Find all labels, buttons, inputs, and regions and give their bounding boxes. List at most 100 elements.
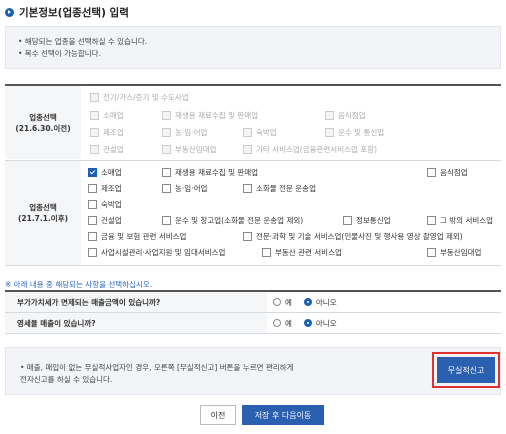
checkbox-label: 운수 및 창고업(소화물 전문 운송업 제외) [175, 216, 304, 225]
radio-no[interactable]: 아니오 [303, 318, 337, 329]
industry-checkbox-recycling[interactable]: 재생용 재료수집 및 판매업 [162, 167, 258, 178]
industry-checkbox-manufacturing[interactable]: 제조업 [88, 183, 122, 194]
save-next-button[interactable]: 저장 후 다음이동 [242, 405, 324, 425]
industry-checkbox-ict[interactable]: 정보통신업 [343, 215, 391, 226]
checkbox-label: 사업시설관리·사업지원 및 임대서비스업 [101, 248, 226, 257]
question-row: 영세율 매출이 있습니까? 예 아니오 [5, 313, 501, 333]
checkbox-box[interactable] [262, 248, 271, 257]
industry-checkbox-lodging[interactable]: 숙박업 [88, 199, 122, 210]
checkbox-box [90, 93, 99, 102]
checkbox-box [90, 128, 99, 137]
checkbox-label: 음식점업 [440, 168, 468, 177]
industry-checkbox-parcel[interactable]: 소화물 전문 운송업 [243, 183, 316, 194]
checkbox-box[interactable] [243, 184, 252, 193]
checkbox-box[interactable] [427, 248, 436, 257]
no-activity-text: • 매출, 매입이 없는 무실적사업자인 경우, 오른쪽 [무실적신고] 버튼을… [20, 362, 293, 386]
prev-button[interactable]: 이전 [200, 405, 236, 425]
industry-checkbox-other-services[interactable]: 그 밖의 서비스업 [427, 215, 493, 226]
instruction-hint: ※ 아래 내용 중 해당되는 사항을 선택하십시오. [5, 280, 153, 289]
old-item-checkbox: 음식점업 [325, 110, 366, 121]
checkbox-box[interactable] [88, 216, 97, 225]
checkbox-box [243, 128, 252, 137]
checkbox-box[interactable] [162, 216, 171, 225]
checkbox-box[interactable] [88, 248, 97, 257]
checkbox-label: 제조업 [101, 184, 122, 193]
old-item-checkbox: 건설업 [90, 144, 124, 155]
radio-circle[interactable] [303, 319, 312, 327]
question-text: 영세율 매출이 있습니까? [17, 319, 96, 328]
radio-yes[interactable]: 예 [273, 297, 292, 308]
checkbox-box[interactable] [88, 168, 97, 177]
checkbox-label: 음식점업 [338, 111, 366, 120]
checkbox-box [90, 111, 99, 120]
old-item-checkbox: 농·임·어업 [162, 127, 207, 138]
industry-checkbox-restaurant[interactable]: 음식점업 [427, 167, 468, 178]
checkbox-label: 부동산임대업 [440, 248, 482, 257]
checkbox-box[interactable] [427, 216, 436, 225]
notice-box: • 해당되는 업종을 선택하실 수 있습니다. • 복수 선택이 가능합니다. [5, 26, 501, 69]
new-section-label: 업종선택 (21.7.1.이후) [5, 161, 81, 265]
industry-checkbox-realestate-services[interactable]: 부동산 관련 서비스업 [262, 247, 342, 258]
checkbox-label: 전문·과학 및 기술 서비스업(인물사진 및 행사용 영상 촬영업 제외) [256, 232, 463, 241]
answer-cell: 예 아니오 [267, 313, 501, 333]
checkbox-label: 숙박업 [101, 200, 122, 209]
industry-checkbox-realestate-rental[interactable]: 부동산임대업 [427, 247, 481, 258]
notice-line: 전자신고를 하실 수 있습니다. [20, 375, 113, 384]
checkbox-box [162, 128, 171, 137]
radio-yes[interactable]: 예 [273, 318, 292, 329]
checkbox-box[interactable] [162, 184, 171, 193]
checkbox-label: 소매업 [103, 111, 124, 120]
checkbox-box[interactable] [88, 232, 97, 241]
old-item-checkbox: 운수 및 통신업 [325, 127, 384, 138]
checkbox-label: 제조업 [103, 128, 124, 137]
industry-checkbox-agriculture[interactable]: 농·임·어업 [162, 183, 207, 194]
checkbox-label: 운수 및 통신업 [338, 128, 385, 137]
checkbox-box[interactable] [427, 168, 436, 177]
checkbox-box [90, 145, 99, 154]
notice-line: • 해당되는 업종을 선택하실 수 있습니다. [18, 37, 148, 46]
industry-checkbox-transport[interactable]: 운수 및 창고업(소화물 전문 운송업 제외) [162, 215, 303, 226]
checkbox-label: 건설업 [101, 216, 122, 225]
radio-circle[interactable] [273, 298, 281, 306]
checkbox-label: 전기/가스/증기 및 수도사업 [103, 93, 189, 102]
radio-circle[interactable] [273, 319, 281, 327]
checkbox-box [243, 145, 252, 154]
radio-label: 아니오 [315, 318, 337, 328]
checkbox-label: 재생용 재료수집 및 판매업 [175, 168, 259, 177]
checkbox-box [162, 111, 171, 120]
radio-label: 예 [285, 297, 292, 307]
checkbox-box[interactable] [162, 168, 171, 177]
section-header: 기본정보(업종선택) 입력 [5, 5, 129, 19]
industry-checkbox-facility[interactable]: 사업시설관리·사업지원 및 임대서비스업 [88, 247, 225, 258]
checkbox-box [325, 128, 334, 137]
answer-cell: 예 아니오 [267, 292, 501, 312]
checkbox-label: 건설업 [103, 145, 124, 154]
old-item-checkbox: 소매업 [90, 110, 124, 121]
checkbox-label: 부동산임대업 [175, 145, 217, 154]
old-item-checkbox: 제조업 [90, 127, 124, 138]
notice-line: • 매출, 매입이 없는 무실적사업자인 경우, 오른쪽 [무실적신고] 버튼을… [20, 363, 294, 372]
industry-checkbox-finance[interactable]: 금융 및 보험 관련 서비스업 [88, 231, 186, 242]
checkbox-box[interactable] [88, 184, 97, 193]
arrow-circle-icon [5, 7, 14, 17]
checkbox-label: 소화물 전문 운송업 [256, 184, 316, 193]
radio-label: 예 [285, 318, 292, 328]
old-item-checkbox: 재생용 재료수집 및 판매업 [162, 110, 258, 121]
radio-no[interactable]: 아니오 [303, 297, 337, 308]
checkbox-label: 기타 서비스업(금융관련서비스업 포함) [256, 145, 378, 154]
checkbox-box[interactable] [343, 216, 352, 225]
old-item-checkbox: 기타 서비스업(금융관련서비스업 포함) [243, 144, 377, 155]
industry-checkbox-construction[interactable]: 건설업 [88, 215, 122, 226]
page-title: 기본정보(업종선택) 입력 [19, 6, 129, 19]
label-text: (21.7.1.이후) [17, 214, 69, 223]
checkbox-box[interactable] [243, 232, 252, 241]
checkbox-box[interactable] [88, 200, 97, 209]
industry-checkbox-professional[interactable]: 전문·과학 및 기술 서비스업(인물사진 및 행사용 영상 촬영업 제외) [243, 231, 463, 242]
label-text: 업종선택 [29, 112, 57, 122]
industry-checkbox-retail[interactable]: 소매업 [88, 167, 122, 178]
checkbox-label: 부동산 관련 서비스업 [275, 248, 342, 257]
radio-circle[interactable] [303, 298, 312, 306]
radio-label: 아니오 [315, 297, 337, 307]
no-activity-report-button[interactable]: 무실적신고 [437, 357, 495, 383]
old-item-checkbox: 부동산임대업 [162, 144, 216, 155]
